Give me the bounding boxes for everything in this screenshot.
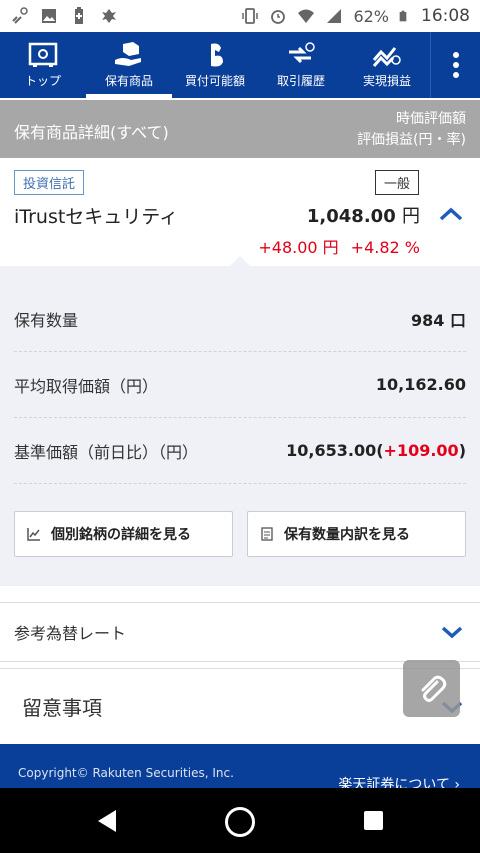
chart-clock-icon [372, 46, 401, 67]
column-header: 時価評価額 評価損益(円・率) [357, 109, 466, 151]
avg-cost-value: 10,162.60 [375, 375, 466, 394]
account-badge: 一般 [375, 170, 420, 195]
more-menu-button[interactable] [430, 32, 480, 98]
product-name: iTrustセキュリティ [14, 206, 179, 228]
wifi-icon [298, 9, 315, 23]
quantity-value: 984 口 [411, 310, 466, 330]
battery-icon [399, 10, 407, 22]
chart-icon [27, 528, 40, 541]
base-price-row: 基準価額（前日比）（円） 10,653.00(+109.00) [14, 418, 466, 484]
view-breakdown-button[interactable]: 保有数量内訳を見る [247, 511, 466, 557]
home-icon[interactable] [225, 807, 255, 837]
fx-rate-accordion[interactable]: 参考為替レート [0, 602, 480, 662]
recent-apps-icon[interactable] [364, 811, 383, 830]
nav-label-realized-pl: 実現損益 [362, 73, 411, 88]
base-price-change: +109.00 [383, 441, 459, 460]
product-change: +48.00 円 +4.82 % [258, 234, 420, 258]
nav-item-history[interactable]: 取引履歴 [258, 32, 344, 98]
market-value-label: 時価評価額 [396, 111, 466, 127]
nav-label-holdings: 保有商品 [104, 73, 153, 88]
product-summary[interactable]: 投資信託 一般 iTrustセキュリティ 1,048.00 円 +48.00 円… [0, 160, 480, 266]
notes-label: 留意事項 [22, 696, 102, 720]
section-header: 保有商品詳細(すべて) 時価評価額 評価損益(円・率) [0, 100, 480, 158]
nav-label-history: 取引履歴 [276, 73, 325, 88]
price-unit: 円 [402, 206, 420, 227]
clock-time: 16:08 [421, 6, 470, 26]
base-price-change-close: ) [458, 441, 466, 460]
document-icon [261, 527, 273, 541]
alarm-icon [271, 10, 286, 24]
exchange-clock-icon [289, 41, 315, 63]
nav-label-buying-power: 買付可能額 [184, 73, 245, 88]
paperclip-icon [421, 675, 446, 702]
view-breakdown-label: 保有数量内訳を見る [284, 527, 410, 543]
nav-item-buying-power[interactable]: 買付可能額 [172, 32, 258, 98]
quantity-label: 保有数量 [14, 310, 79, 330]
system-nav-bar [0, 788, 480, 853]
box-hand-icon [115, 41, 141, 66]
image-icon [42, 9, 56, 23]
chevron-up-icon[interactable] [438, 206, 464, 222]
app-notification-icon [102, 9, 116, 23]
change-rate: +4.82 % [350, 238, 420, 257]
base-price-label: 基準価額（前日比）（円） [14, 442, 199, 462]
base-price-value-group: 10,653.00(+109.00) [286, 441, 466, 460]
category-badge: 投資信託 [14, 170, 85, 195]
change-amount: +48.00 円 [258, 238, 339, 257]
battery-plus-icon [75, 7, 83, 24]
avg-cost-row: 平均取得価額（円） 10,162.60 [14, 352, 466, 418]
nav-item-holdings[interactable]: 保有商品 [86, 32, 172, 98]
quantity-row: 保有数量 984 口 [14, 286, 466, 352]
nav-item-realized-pl[interactable]: 実現損益 [344, 32, 430, 98]
page-title: 保有商品詳細(すべて) [14, 123, 169, 142]
base-price-change-open: ( [376, 441, 384, 460]
safe-icon [28, 42, 58, 67]
view-detail-label: 個別銘柄の詳細を見る [51, 527, 191, 543]
battery-percentage: 62% [353, 6, 389, 26]
avg-cost-label: 平均取得価額（円） [14, 376, 159, 396]
unrealized-pl-label: 評価損益(円・率) [357, 132, 466, 148]
panel-notch [230, 256, 250, 266]
price-value: 1,048.00 [306, 206, 396, 227]
nav-item-top[interactable]: トップ [0, 32, 86, 98]
footer: Copyright© Rakuten Securities, Inc. 楽天証券… [0, 744, 480, 793]
view-detail-button[interactable]: 個別銘柄の詳細を見る [14, 511, 233, 557]
arm-icon [211, 43, 223, 66]
more-vertical-icon [452, 52, 459, 78]
product-price: 1,048.00 円 [307, 202, 420, 228]
attach-button[interactable] [403, 660, 460, 717]
status-bar: 62% 16:08 [0, 0, 480, 32]
detail-panel: 保有数量 984 口 平均取得価額（円） 10,162.60 基準価額（前日比）… [0, 256, 480, 586]
vibrate-icon [242, 8, 259, 24]
wifi-calling-icon [12, 7, 28, 24]
signal-icon [327, 9, 342, 23]
base-price-value: 10,653.00 [286, 441, 377, 460]
back-icon[interactable] [96, 809, 118, 833]
nav-label-top: トップ [24, 73, 61, 88]
app-nav: トップ 保有商品 買付可能額 取引履歴 実現損益 [0, 32, 480, 98]
copyright: Copyright© Rakuten Securities, Inc. [18, 766, 234, 780]
chevron-down-icon [441, 626, 463, 639]
fx-rate-label: 参考為替レート [14, 624, 127, 643]
